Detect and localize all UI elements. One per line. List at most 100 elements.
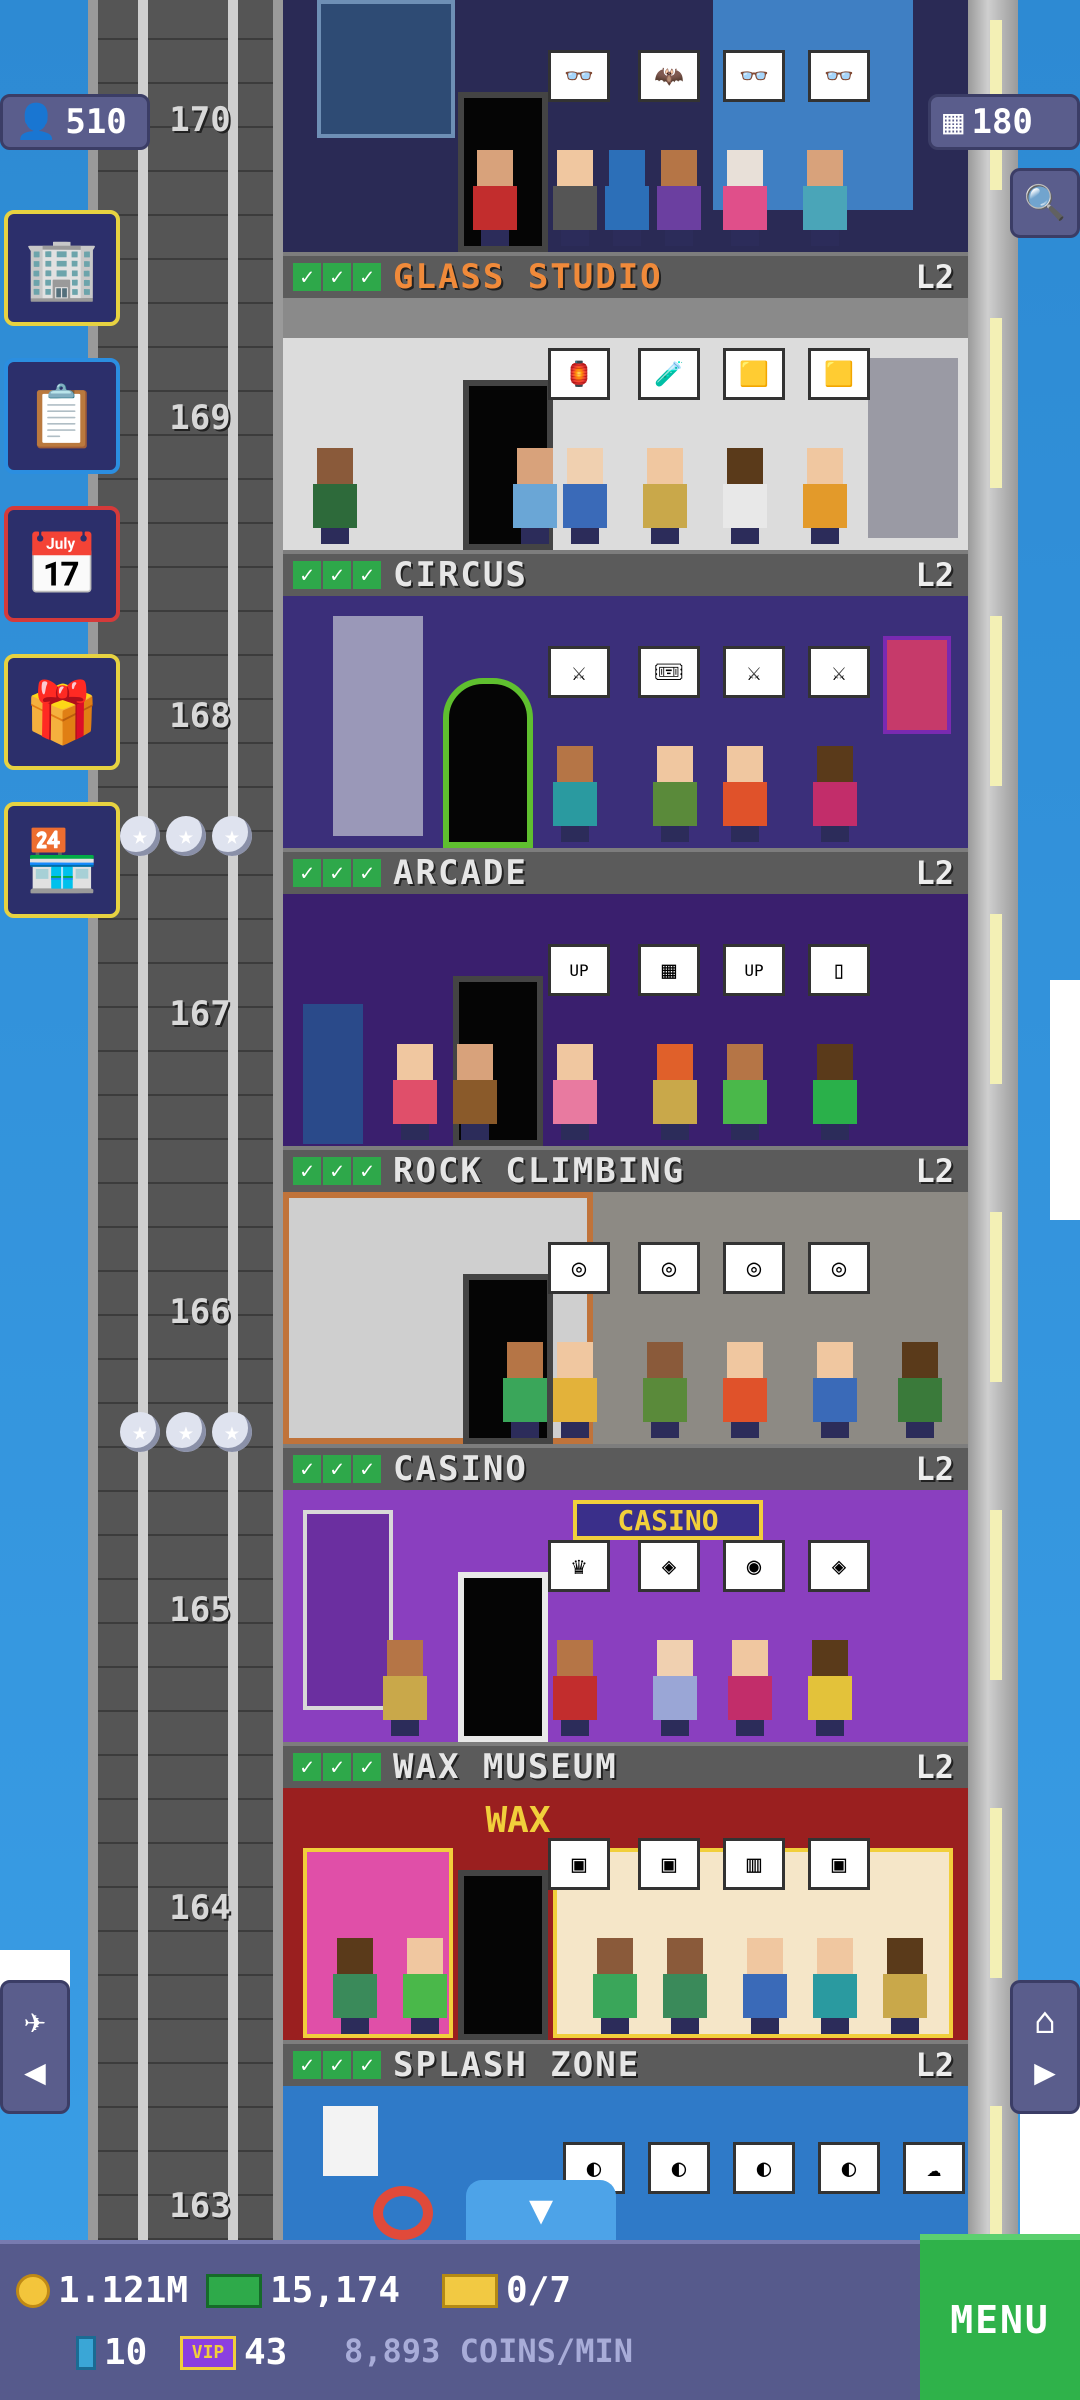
bitizen[interactable] (898, 1342, 942, 1438)
floor-count-counter[interactable]: ▦ 180 (928, 94, 1080, 150)
bitizen[interactable] (563, 448, 607, 544)
chevron-down-icon: ▼ (528, 2187, 554, 2233)
bitizen[interactable] (643, 448, 687, 544)
gift-button[interactable]: 🎁 (4, 654, 120, 770)
check-icon: ✓ (293, 1455, 321, 1483)
bux-stat[interactable]: 15,174 (206, 2270, 400, 2311)
gems-stat[interactable]: 10 (76, 2332, 147, 2373)
floor-arcade[interactable]: ⚔ 🎟 ⚔ ⚔ ✓ ✓ ✓ ARCADE L2 (283, 596, 968, 894)
bitizen[interactable] (513, 448, 557, 544)
speech-bubble: ▣ (638, 1838, 700, 1890)
coins-stat[interactable]: 1.121M (16, 2270, 188, 2311)
bitizen[interactable] (723, 1342, 767, 1438)
vip-stat[interactable]: VIP 43 (180, 2332, 287, 2373)
bitizen[interactable] (553, 1342, 597, 1438)
bitizen[interactable] (803, 448, 847, 544)
bitizen[interactable] (663, 1938, 707, 2034)
bitizen[interactable] (313, 448, 357, 544)
visit-tower-button[interactable]: ✈ ◀ (0, 1980, 70, 2114)
tickets-stat[interactable]: 0/7 (442, 2270, 571, 2311)
person-icon: 👤 (15, 102, 58, 142)
bitizen[interactable] (728, 1640, 772, 1736)
bitizen[interactable] (333, 1938, 377, 2034)
gem-icon (76, 2335, 96, 2370)
bitizen[interactable] (393, 1044, 437, 1140)
floor-label[interactable]: ✓ ✓ ✓ CASINO L2 (283, 1444, 968, 1490)
floor-label[interactable]: ✓ ✓ ✓ ARCADE L2 (283, 848, 968, 894)
bitizen[interactable] (553, 746, 597, 842)
bitizen[interactable] (723, 746, 767, 842)
home-button[interactable]: ⌂ ▶ (1010, 1980, 1080, 2114)
bitizen[interactable] (473, 150, 517, 246)
scroll-down-button[interactable]: ▼ (466, 2180, 616, 2240)
floor-splash-zone[interactable]: WAX ▣ ▣ ▥ ▣ ✓ ✓ ✓ SPLASH ZONE L2 (283, 1788, 968, 2086)
bitizen[interactable] (643, 1342, 687, 1438)
bitizen[interactable] (723, 1044, 767, 1140)
bitizen[interactable] (813, 1938, 857, 2034)
bitizen[interactable] (653, 746, 697, 842)
building-icon: ▦ (943, 102, 964, 142)
floor-label[interactable]: ✓ ✓ ✓ CIRCUS L2 (283, 550, 968, 596)
missions-button[interactable]: 📋 (4, 358, 120, 474)
gift-icon: 🎁 (24, 677, 100, 748)
bitizen[interactable] (813, 1342, 857, 1438)
floor-level: L2 (915, 1152, 954, 1190)
speech-bubble: 🟨 (723, 348, 785, 400)
search-button[interactable]: 🔍 (1010, 168, 1080, 238)
pillar-light (990, 1212, 1002, 1382)
missions-icon: 📋 (24, 381, 100, 452)
market-button[interactable]: 🏪 (4, 802, 120, 918)
bitizen[interactable] (383, 1640, 427, 1736)
floor-count-value: 180 (971, 102, 1033, 142)
floor-number: 166 (169, 1292, 231, 1332)
floor-label[interactable]: ✓ ✓ ✓ ROCK CLIMBING L2 (283, 1146, 968, 1192)
check-icon: ✓ (293, 2051, 321, 2079)
floor-label[interactable]: ✓ ✓ ✓ SPLASH ZONE L2 (283, 2040, 968, 2086)
bitizen[interactable] (553, 1044, 597, 1140)
vip-value: 43 (244, 2332, 288, 2373)
bitizen[interactable] (553, 150, 597, 246)
bitizen[interactable] (723, 448, 767, 544)
bitizen[interactable] (813, 746, 857, 842)
room-door (458, 1572, 548, 1742)
bitizen[interactable] (453, 1044, 497, 1140)
arrow-left-icon: ◀ (24, 2052, 46, 2093)
bitizen[interactable] (883, 1938, 927, 2034)
build-button[interactable]: 🏢 (4, 210, 120, 326)
speech-bubble: 🧪 (638, 348, 700, 400)
bitizen[interactable] (605, 150, 649, 246)
bitizen[interactable] (657, 150, 701, 246)
population-counter[interactable]: 👤 510 (0, 94, 150, 150)
floor-rock-climbing[interactable]: UP ▦ UP ▯ ✓ ✓ ✓ ROCK CLIMBING L2 (283, 894, 968, 1192)
star-icon: ★ (120, 1412, 160, 1452)
floor-label[interactable]: ✓ ✓ ✓ WAX MUSEUM L2 (283, 1742, 968, 1788)
bitizen[interactable] (808, 1640, 852, 1736)
bitizen[interactable] (743, 1938, 787, 2034)
speech-bubble: ☁ (903, 2142, 965, 2194)
floor-level: L2 (915, 1748, 954, 1786)
menu-button[interactable]: MENU (920, 2234, 1080, 2400)
floor-partial[interactable]: ◐ ◐ ◐ ◐ ☁ (283, 2086, 968, 2240)
check-icon: ✓ (353, 1455, 381, 1483)
speech-bubble: ◈ (808, 1540, 870, 1592)
bitizen[interactable] (553, 1640, 597, 1736)
floor-casino[interactable]: ◎ ◎ ◎ ◎ ✓ ✓ ✓ CASINO L2 (283, 1192, 968, 1490)
floor-glass-studio[interactable]: 👓 🦇 👓 👓 ✓ ✓ ✓ GLASS STUDIO L2 (283, 0, 968, 298)
floor-number: 164 (169, 1888, 231, 1928)
bitizen[interactable] (403, 1938, 447, 2034)
floor-wax-museum[interactable]: CASINO ♛ ◈ ◉ ◈ ✓ ✓ ✓ WAX MUSEUM L2 (283, 1490, 968, 1788)
tickets-value: 0/7 (506, 2270, 572, 2311)
bitizen[interactable] (503, 1342, 547, 1438)
calendar-button[interactable]: 📅 (4, 506, 120, 622)
bitizen[interactable] (653, 1044, 697, 1140)
bitizen[interactable] (803, 150, 847, 246)
floor-circus[interactable]: 🏮 🧪 🟨 🟨 ✓ ✓ ✓ CIRCUS L2 (283, 298, 968, 596)
bitizen[interactable] (813, 1044, 857, 1140)
bitizen[interactable] (593, 1938, 637, 2034)
bitizen[interactable] (723, 150, 767, 246)
bitizen[interactable] (653, 1640, 697, 1736)
floor-label[interactable]: ✓ ✓ ✓ GLASS STUDIO L2 (283, 252, 968, 298)
casino-sign: CASINO (573, 1500, 763, 1540)
speech-bubble: UP (548, 944, 610, 996)
floor-name: WAX MUSEUM (393, 1747, 618, 1787)
